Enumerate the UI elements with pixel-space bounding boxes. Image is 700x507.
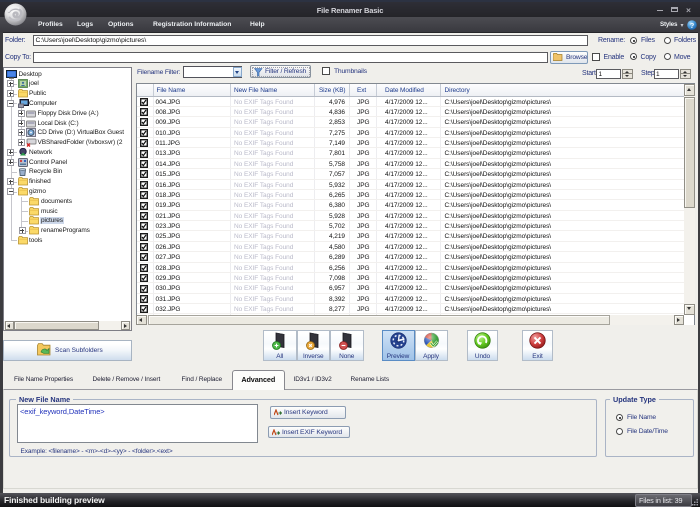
svg-text:?: ?	[690, 20, 695, 29]
